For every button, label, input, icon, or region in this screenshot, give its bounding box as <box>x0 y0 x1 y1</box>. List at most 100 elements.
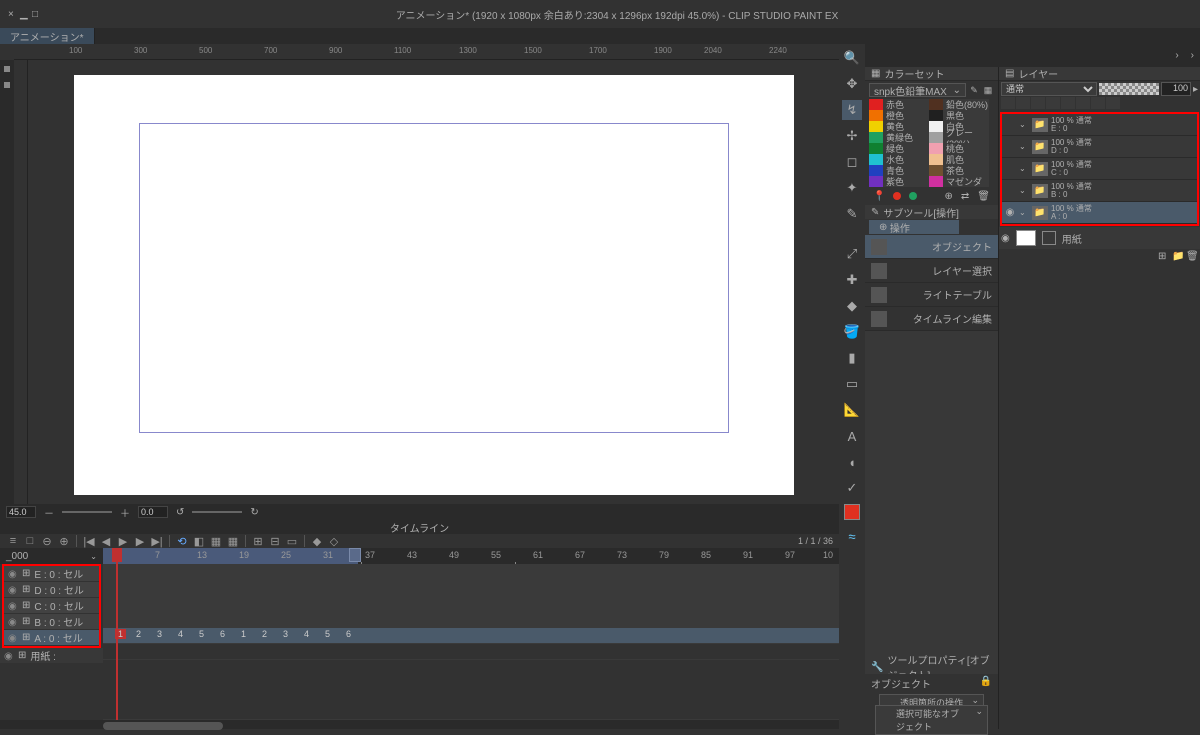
chevron-down-icon[interactable]: ⌄ <box>90 552 97 561</box>
draft-icon[interactable] <box>1046 97 1060 109</box>
color-swatch[interactable] <box>869 99 883 110</box>
fill-tool-icon[interactable]: 🪣 <box>842 322 862 342</box>
move-tool-icon[interactable]: ✥ <box>842 74 862 94</box>
go-end-icon[interactable]: ▶| <box>150 534 164 548</box>
wand-tool-icon[interactable]: ✦ <box>842 178 862 198</box>
track-c[interactable]: ◉⊞C : 0 : セル <box>4 598 99 614</box>
layer-item[interactable]: ⌄📁100 % 通常D : 0 <box>1002 136 1197 158</box>
track-d[interactable]: ◉⊞D : 0 : セル <box>4 582 99 598</box>
visibility-icon[interactable]: ◉ <box>1004 207 1016 218</box>
gradient-tool-icon[interactable]: ▮ <box>842 348 862 368</box>
maximize-icon[interactable]: □ <box>32 9 42 19</box>
color-swatch[interactable] <box>869 121 883 132</box>
zoom-out-icon[interactable]: － <box>44 505 54 520</box>
key-icon[interactable]: ◆ <box>310 534 324 548</box>
chevron-down-icon[interactable]: ⌄ <box>1019 208 1029 217</box>
canvas-viewport[interactable] <box>28 60 839 504</box>
pen-tool-icon[interactable]: ✎ <box>842 204 862 224</box>
track-a[interactable]: ◉⊞A : 0 : セル <box>4 630 99 646</box>
go-start-icon[interactable]: |◀ <box>82 534 96 548</box>
green-dot-icon[interactable] <box>909 192 917 200</box>
track-b[interactable]: ◉⊞B : 0 : セル <box>4 614 99 630</box>
chevron-down-icon[interactable]: ⌄ <box>1019 142 1029 151</box>
visibility-icon[interactable]: ◉ <box>1001 233 1010 244</box>
color-swatch[interactable] <box>869 154 883 165</box>
subtool-object[interactable]: オブジェクト <box>865 235 998 259</box>
chevron-icon[interactable]: ▸ <box>1193 84 1198 95</box>
playhead[interactable] <box>116 548 118 720</box>
balloon-tool-icon[interactable]: ◖ <box>842 452 862 472</box>
color-swatch[interactable] <box>869 110 883 121</box>
transparent-color-icon[interactable]: ≈ <box>842 526 862 546</box>
zoom-in-icon[interactable]: ⊕ <box>57 534 71 548</box>
lock-icon[interactable] <box>1061 97 1075 109</box>
zoom-input[interactable] <box>6 506 36 518</box>
color-swatch[interactable] <box>929 110 943 121</box>
layer-header[interactable]: ▤ レイヤー <box>999 67 1200 81</box>
zoom-out-icon[interactable]: ⊖ <box>40 534 54 548</box>
color-swatch[interactable] <box>929 99 943 110</box>
foreground-color[interactable] <box>844 504 860 520</box>
visibility-icon[interactable]: ◉ <box>8 585 18 595</box>
document-tab[interactable]: アニメーション* <box>0 28 95 44</box>
minimize-icon[interactable]: ▁ <box>20 9 30 19</box>
timeline-scrollbar[interactable] <box>0 720 839 729</box>
color-swatch[interactable] <box>869 176 883 187</box>
subtool-light-table[interactable]: ライトテーブル <box>865 283 998 307</box>
color-swatch[interactable] <box>869 132 883 143</box>
bucket-tool-icon[interactable]: ◆ <box>842 296 862 316</box>
color-swatch[interactable] <box>929 154 943 165</box>
mask-icon[interactable] <box>1076 97 1090 109</box>
pin-icon[interactable]: 📍 <box>873 191 885 202</box>
layer-item[interactable]: ⌄📁100 % 通常C : 0 <box>1002 158 1197 180</box>
color-swatch[interactable] <box>929 176 943 187</box>
zoom-tool-icon[interactable]: 🔍 <box>842 48 862 68</box>
new-folder-icon[interactable]: 📁 <box>1172 251 1184 263</box>
rotate-cw-icon[interactable]: ↻ <box>250 507 258 518</box>
tl-new-icon[interactable]: □ <box>23 534 37 548</box>
layer-move-icon[interactable]: ✢ <box>842 126 862 146</box>
angle-input[interactable] <box>138 506 168 518</box>
canvas[interactable] <box>74 75 794 495</box>
blend-mode-select[interactable]: 通常 <box>1001 82 1097 96</box>
menu-icon[interactable]: › <box>1175 50 1178 61</box>
track-e[interactable]: ◉⊞E : 0 : セル <box>4 566 99 582</box>
color-icon[interactable] <box>1106 97 1120 109</box>
ref-icon[interactable] <box>1031 97 1045 109</box>
ruler-icon[interactable] <box>1091 97 1105 109</box>
menu-icon[interactable]: › <box>1191 50 1194 61</box>
colorset-header[interactable]: ▦ カラーセット <box>865 67 998 81</box>
cel-del-icon[interactable]: ⊟ <box>268 534 282 548</box>
visibility-icon[interactable]: ◉ <box>8 601 18 611</box>
opacity-value[interactable]: 100 <box>1161 82 1191 96</box>
opacity-slider[interactable] <box>1099 83 1159 95</box>
onion-icon[interactable]: ◧ <box>192 534 206 548</box>
correct-tool-icon[interactable]: ✓ <box>842 478 862 498</box>
toolprop-header[interactable]: 🔧ツールプロパティ[オブジェクト] <box>865 660 998 674</box>
cross-tool-icon[interactable]: ✚ <box>842 270 862 290</box>
prev-frame-icon[interactable]: ◀ <box>99 534 113 548</box>
delete-color-icon[interactable]: 🗑 <box>977 191 990 202</box>
next-frame-icon[interactable]: ▶ <box>133 534 147 548</box>
chevron-down-icon[interactable]: ⌄ <box>1019 164 1029 173</box>
edit-icon[interactable]: ✎ <box>968 84 980 96</box>
color-swatch[interactable] <box>869 165 883 176</box>
play-icon[interactable]: ▶ <box>116 534 130 548</box>
color-swatch[interactable] <box>929 165 943 176</box>
marquee-tool-icon[interactable]: ◻ <box>842 152 862 172</box>
red-dot-icon[interactable] <box>893 192 901 200</box>
tl-tool2-icon[interactable]: ▦ <box>226 534 240 548</box>
paper-layer[interactable]: ◉ 用紙 <box>999 227 1200 249</box>
grid-view-icon[interactable]: ▦ <box>982 84 994 96</box>
tl-tool-icon[interactable]: ▦ <box>209 534 223 548</box>
operation-tool-icon[interactable]: ↯ <box>842 100 862 120</box>
chevron-down-icon[interactable]: ⌄ <box>1019 120 1029 129</box>
color-swatch[interactable] <box>869 143 883 154</box>
subtool-layer-select[interactable]: レイヤー選択 <box>865 259 998 283</box>
delete-layer-icon[interactable]: 🗑 <box>1186 251 1198 263</box>
eyedropper-icon[interactable]: ⤢ <box>842 244 862 264</box>
colorset-dropdown[interactable]: snpk色鉛筆MAX⌄ <box>869 83 966 97</box>
loop-icon[interactable]: ⟲ <box>175 534 189 548</box>
add-color-icon[interactable]: ⊕ <box>945 191 953 202</box>
visibility-icon[interactable]: ◉ <box>4 651 14 661</box>
